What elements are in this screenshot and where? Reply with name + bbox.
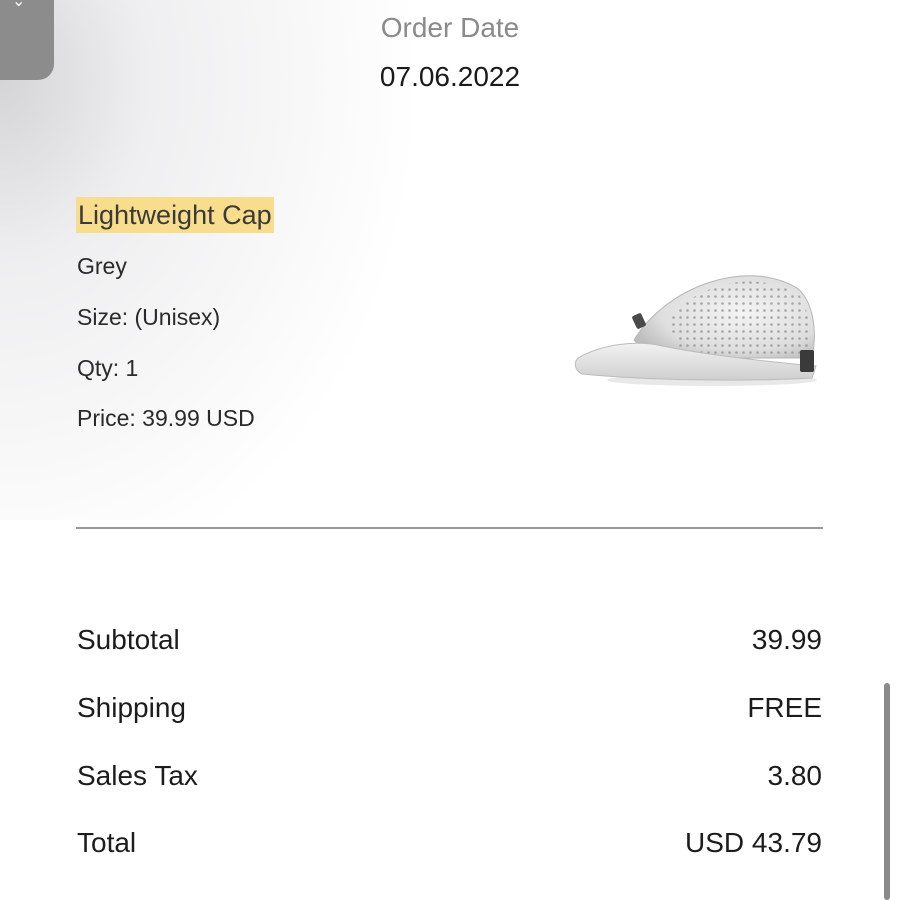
product-price: Price: 39.99 USD [77, 405, 255, 431]
sales-tax-label: Sales Tax [77, 760, 198, 791]
product-size: Size: (Unisex) [77, 304, 221, 330]
chevron-down-icon: ⌄ [12, 0, 26, 10]
section-divider [76, 527, 823, 529]
subtotal-value: 39.99 [751, 624, 822, 655]
total-label: Total [77, 827, 137, 858]
order-date-value: 07.06.2022 [379, 61, 521, 92]
sales-tax-value: 3.80 [767, 760, 823, 791]
shipping-label: Shipping [77, 692, 186, 723]
product-name[interactable]: Lightweight Cap [76, 197, 274, 233]
subtotal-label: Subtotal [77, 624, 180, 655]
shipping-value: FREE [747, 692, 822, 723]
order-date-label: Order Date [380, 12, 520, 43]
cap-product-image[interactable] [572, 258, 832, 398]
product-qty: Qty: 1 [77, 355, 139, 381]
total-value: USD 43.79 [685, 827, 822, 858]
scrollbar[interactable] [884, 683, 890, 900]
product-color: Grey [77, 253, 127, 279]
